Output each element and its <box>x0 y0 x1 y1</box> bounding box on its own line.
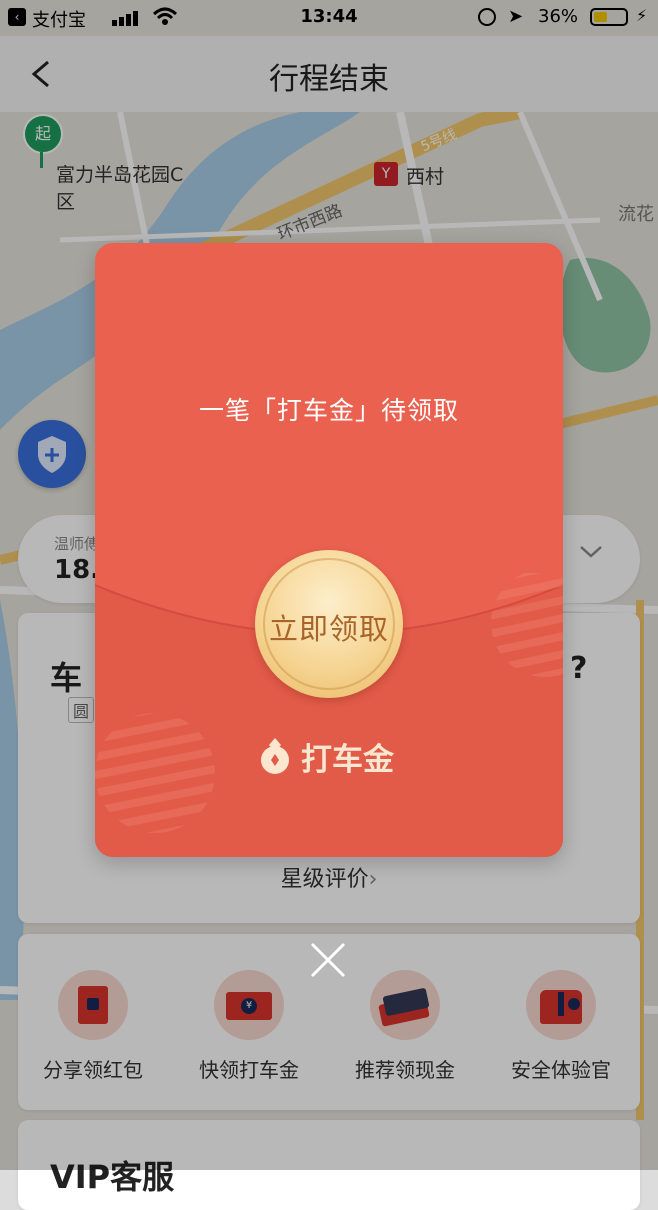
brand-logo: 打车金 <box>255 736 394 778</box>
red-packet-modal: 一笔「打车金」待领取 立即领取 打车金 <box>95 243 563 857</box>
claim-button[interactable]: 立即领取 <box>255 550 403 698</box>
claim-button-label: 立即领取 <box>268 612 389 646</box>
packet-title: 一笔「打车金」待领取 <box>198 396 459 425</box>
brand-name: 打车金 <box>301 742 394 778</box>
close-icon[interactable] <box>308 940 348 980</box>
coin-drop-icon <box>261 738 289 774</box>
